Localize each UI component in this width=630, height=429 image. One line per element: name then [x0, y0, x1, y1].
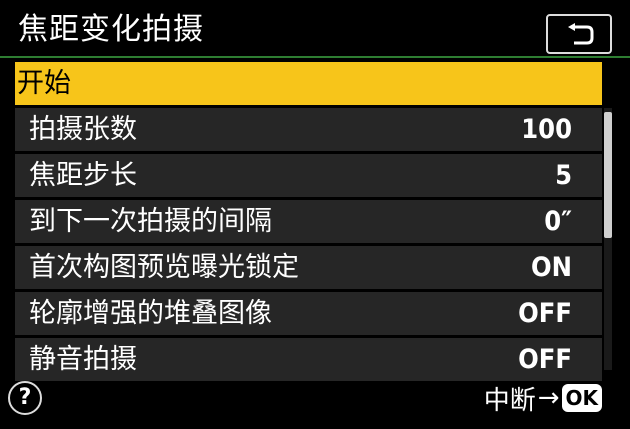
- menu-item-shot-count[interactable]: 拍摄张数 100: [15, 108, 602, 151]
- menu-list: 开始 拍摄张数 100 焦距步长 5 到下一次拍摄的间隔 0″ 首次构图预览曝光…: [15, 62, 602, 384]
- footer: ? 中断 → OK: [0, 373, 630, 429]
- menu-item-value: ON: [531, 252, 572, 283]
- cancel-hint-label: 中断: [483, 385, 536, 416]
- menu-item-exposure-lock[interactable]: 首次构图预览曝光锁定 ON: [15, 246, 602, 289]
- menu-item-value: OFF: [518, 298, 572, 329]
- header-divider: [0, 56, 630, 58]
- ok-button-icon: OK: [561, 384, 602, 412]
- help-icon[interactable]: ?: [8, 381, 42, 415]
- page-title: 焦距变化拍摄: [18, 12, 204, 47]
- header: 焦距变化拍摄: [0, 0, 630, 58]
- menu-item-value: 100: [521, 114, 572, 145]
- menu-item-interval[interactable]: 到下一次拍摄的间隔 0″: [15, 200, 602, 243]
- scrollbar[interactable]: [604, 108, 612, 370]
- menu-item-label: 焦距步长: [29, 160, 137, 191]
- scrollbar-thumb[interactable]: [604, 112, 612, 238]
- menu-item-start[interactable]: 开始: [15, 62, 602, 105]
- menu-item-value: 5: [555, 160, 572, 191]
- right-arrow-icon: →: [537, 383, 560, 413]
- cancel-hint: 中断 → OK: [483, 381, 602, 416]
- menu-item-label: 首次构图预览曝光锁定: [29, 252, 299, 283]
- back-button[interactable]: [546, 14, 612, 54]
- menu-item-stacked-image[interactable]: 轮廓增强的堆叠图像 OFF: [15, 292, 602, 335]
- menu-item-focus-step[interactable]: 焦距步长 5: [15, 154, 602, 197]
- menu-item-label: 开始: [17, 68, 71, 99]
- return-arrow-icon: [568, 23, 594, 45]
- menu-item-label: 轮廓增强的堆叠图像: [29, 298, 272, 329]
- menu-item-label: 到下一次拍摄的间隔: [29, 206, 272, 237]
- menu-item-label: 拍摄张数: [29, 114, 137, 145]
- menu-item-value: 0″: [544, 206, 572, 237]
